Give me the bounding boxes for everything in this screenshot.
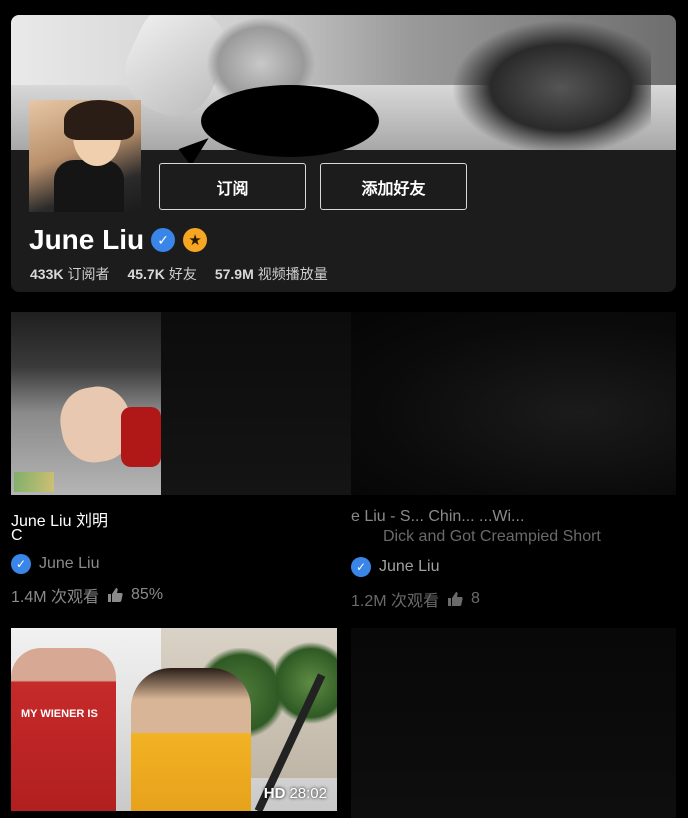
video-thumbnail-2[interactable] [351, 312, 676, 495]
hd-badge: HD [263, 785, 286, 802]
rating: 8 [471, 590, 480, 607]
subscribe-button[interactable]: 订阅 [159, 163, 306, 210]
verified-icon: ✓ [151, 228, 176, 252]
avatar[interactable] [29, 100, 141, 212]
shirt-text: MY WIENER IS [21, 708, 98, 720]
video-thumbnail-1-dark[interactable] [161, 312, 351, 495]
profile-name-row: June Liu ✓ ★ [29, 220, 208, 260]
profile-name[interactable]: June Liu [29, 224, 144, 256]
thumbs-up-icon [448, 592, 463, 606]
video-thumbnail-3[interactable]: MY WIENER IS HD 28:02 [11, 628, 337, 811]
friends-stat: 45.7K 好友 [127, 266, 197, 282]
redaction-bubble [201, 85, 379, 157]
rating: 85% [131, 586, 164, 603]
author-name[interactable]: June Liu [39, 555, 100, 573]
page: 订阅 添加好友 June Liu ✓ ★ 433K 订阅者 45.7K 好友 57.… [0, 0, 688, 818]
author-name[interactable]: June Liu [379, 558, 440, 576]
verified-icon: ✓ [351, 557, 371, 577]
watermark-logo [14, 472, 54, 492]
video-title-2[interactable]: e Liu - S... Chin... ...Wi... [351, 508, 524, 526]
video-stats-2: 1.2M 次观看 8 [351, 587, 480, 611]
video-title-1-line2[interactable]: C [11, 527, 23, 545]
view-count: 1.2M 次观看 [351, 593, 440, 610]
video-thumbnail-4[interactable] [351, 628, 676, 818]
video-title-2-line2[interactable]: Dick and Got Creampied Short [383, 528, 601, 546]
add-friend-button[interactable]: 添加好友 [320, 163, 467, 210]
video-author-1[interactable]: ✓ June Liu [11, 554, 100, 574]
subscribers-stat: 433K 订阅者 [30, 266, 110, 282]
profile-stats: 433K 订阅者 45.7K 好友 57.9M 视频播放量 [30, 264, 328, 284]
profile-card: 订阅 添加好友 June Liu ✓ ★ 433K 订阅者 45.7K 好友 57.… [11, 15, 676, 292]
star-badge-icon: ★ [183, 228, 208, 252]
video-duration: HD 28:02 [263, 785, 327, 802]
video-views-stat: 57.9M 视频播放量 [214, 266, 328, 282]
verified-icon: ✓ [11, 554, 31, 574]
view-count: 1.4M 次观看 [11, 589, 100, 606]
video-stats-1: 1.4M 次观看 85% [11, 583, 163, 607]
video-thumbnail-1[interactable] [11, 312, 161, 495]
video-author-2[interactable]: ✓ June Liu [351, 557, 440, 577]
video-title-1[interactable]: June Liu 刘明 [11, 507, 108, 531]
thumbs-up-icon [108, 588, 123, 602]
